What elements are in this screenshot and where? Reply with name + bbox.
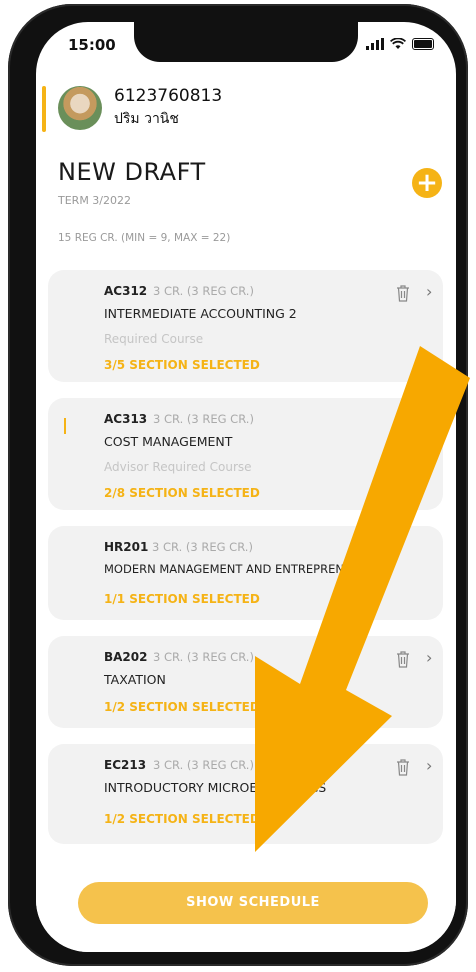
- annotation-arrow-icon: [255, 346, 470, 852]
